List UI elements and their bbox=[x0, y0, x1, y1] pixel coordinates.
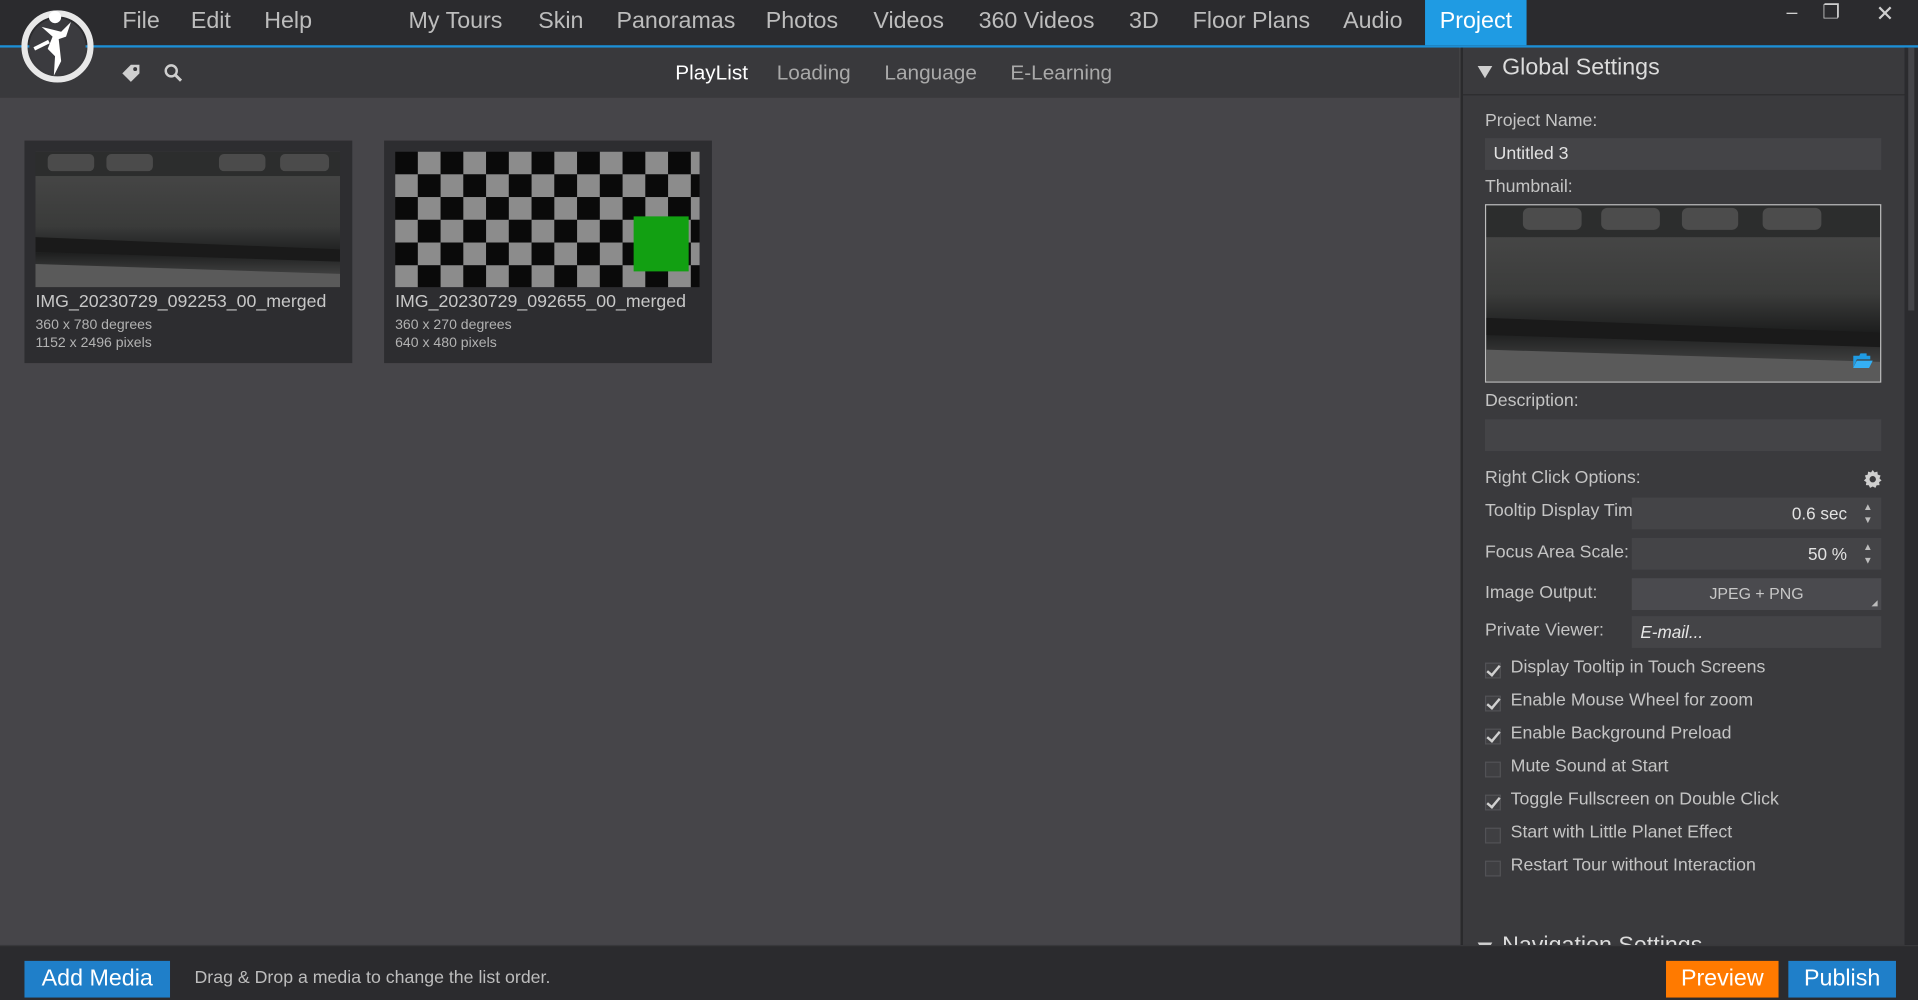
checkbox[interactable] bbox=[1484, 860, 1501, 877]
playlist-item[interactable]: IMG_20230729_092253_00_merged 360 x 780 … bbox=[24, 140, 353, 364]
image-output-label: Image Output: bbox=[1484, 583, 1598, 603]
app-window: File Edit Help My Tours Skin Panoramas P… bbox=[0, 0, 1918, 1000]
nav-3d[interactable]: 3D bbox=[1129, 0, 1159, 45]
checkbox[interactable] bbox=[1484, 728, 1501, 745]
dropdown-corner-icon bbox=[1871, 600, 1878, 607]
drag-drop-hint: Drag & Drop a media to change the list o… bbox=[194, 968, 551, 988]
checkbox-label: Start with Little Planet Effect bbox=[1510, 822, 1733, 843]
checkbox[interactable] bbox=[1484, 761, 1501, 778]
panorama-thumbnail bbox=[395, 151, 700, 288]
restore-icon[interactable]: ❐ bbox=[1815, 0, 1847, 34]
checkbox[interactable] bbox=[1484, 794, 1501, 811]
minimize-icon[interactable]: – bbox=[1776, 0, 1808, 34]
panel-title: Global Settings bbox=[1502, 55, 1660, 81]
tab-e-learning[interactable]: E-Learning bbox=[1010, 48, 1112, 98]
nav-panoramas[interactable]: Panoramas bbox=[616, 0, 735, 45]
navigation-settings-header[interactable]: Navigation Settings bbox=[1502, 933, 1702, 945]
nav-audio[interactable]: Audio bbox=[1343, 0, 1402, 45]
focus-area-scale-label: Focus Area Scale: bbox=[1484, 542, 1629, 563]
tag-icon[interactable] bbox=[120, 62, 142, 84]
tab-language[interactable]: Language bbox=[884, 48, 977, 98]
add-media-button[interactable]: Add Media bbox=[24, 960, 171, 998]
gear-icon[interactable] bbox=[1863, 469, 1883, 495]
nav-my-tours[interactable]: My Tours bbox=[409, 0, 503, 45]
private-viewer-email-field[interactable]: E-mail... bbox=[1631, 616, 1882, 648]
bottom-bar: Add Media Drag & Drop a media to change … bbox=[0, 944, 1918, 1000]
menu-file[interactable]: File bbox=[122, 0, 159, 45]
tab-playlist[interactable]: PlayList bbox=[675, 48, 748, 98]
checkbox-label: Restart Tour without Interaction bbox=[1510, 855, 1756, 876]
nav-floor-plans[interactable]: Floor Plans bbox=[1193, 0, 1311, 45]
playlist-item[interactable]: IMG_20230729_092655_00_merged 360 x 270 … bbox=[384, 140, 712, 364]
playlist-area: IMG_20230729_092253_00_merged 360 x 780 … bbox=[0, 98, 1459, 942]
folder-icon[interactable] bbox=[1853, 352, 1873, 374]
global-settings-panel: Global Settings Project Name: Untitled 3… bbox=[1460, 47, 1907, 945]
focus-area-scale-value: 50 % bbox=[1807, 544, 1848, 564]
sub-toolbar: PlayList Loading Language E-Learning bbox=[0, 47, 1460, 98]
media-name: IMG_20230729_092253_00_merged bbox=[35, 292, 327, 312]
nav-project[interactable]: Project bbox=[1425, 0, 1527, 46]
nav-360-videos[interactable]: 360 Videos bbox=[979, 0, 1095, 45]
spinner-arrows-icon[interactable]: ▲ ▼ bbox=[1862, 500, 1874, 527]
collapse-triangle-icon[interactable] bbox=[1477, 66, 1493, 79]
description-label: Description: bbox=[1484, 391, 1579, 411]
media-pixels: 640 x 480 pixels bbox=[395, 336, 497, 351]
image-output-select[interactable]: JPEG + PNG bbox=[1631, 578, 1882, 611]
private-viewer-label: Private Viewer: bbox=[1484, 621, 1604, 641]
media-degrees: 360 x 270 degrees bbox=[395, 317, 512, 333]
media-pixels: 1152 x 2496 pixels bbox=[35, 336, 152, 351]
checkbox[interactable] bbox=[1484, 662, 1501, 679]
spinner-arrows-icon[interactable]: ▲ ▼ bbox=[1862, 540, 1874, 567]
scrollbar-thumb[interactable] bbox=[1908, 47, 1915, 311]
panel-scrollbar[interactable] bbox=[1904, 47, 1918, 945]
checkbox-label: Mute Sound at Start bbox=[1510, 756, 1669, 777]
checkbox-label: Display Tooltip in Touch Screens bbox=[1510, 657, 1766, 678]
menu-help[interactable]: Help bbox=[264, 0, 312, 45]
image-output-value: JPEG + PNG bbox=[1709, 584, 1804, 603]
close-icon[interactable]: ✕ bbox=[1869, 0, 1901, 34]
nav-photos[interactable]: Photos bbox=[766, 0, 838, 45]
search-icon[interactable] bbox=[163, 62, 185, 84]
checkbox-label: Toggle Fullscreen on Double Click bbox=[1510, 789, 1779, 810]
private-viewer-placeholder: E-mail... bbox=[1640, 622, 1704, 642]
nav-skin[interactable]: Skin bbox=[538, 0, 583, 45]
tooltip-display-time-value: 0.6 sec bbox=[1791, 503, 1848, 524]
thumbnail-label: Thumbnail: bbox=[1484, 177, 1573, 197]
nav-videos[interactable]: Videos bbox=[873, 0, 944, 45]
menu-edit[interactable]: Edit bbox=[191, 0, 231, 45]
tooltip-display-time-field[interactable]: 0.6 sec ▲ ▼ bbox=[1631, 497, 1882, 530]
checkbox[interactable] bbox=[1484, 827, 1501, 844]
media-name: IMG_20230729_092655_00_merged bbox=[395, 292, 687, 312]
checkbox[interactable] bbox=[1484, 695, 1501, 712]
project-name-field[interactable]: Untitled 3 bbox=[1484, 138, 1882, 170]
menu-bar: File Edit Help My Tours Skin Panoramas P… bbox=[0, 0, 1918, 83]
focus-area-scale-field[interactable]: 50 % ▲ ▼ bbox=[1631, 537, 1882, 570]
right-click-options-label: Right Click Options: bbox=[1484, 468, 1641, 488]
description-field[interactable] bbox=[1484, 419, 1882, 452]
publish-button[interactable]: Publish bbox=[1788, 960, 1896, 998]
panorama-thumbnail bbox=[35, 151, 341, 288]
media-degrees: 360 x 780 degrees bbox=[35, 317, 153, 333]
preview-button[interactable]: Preview bbox=[1666, 960, 1779, 998]
checkbox-label: Enable Background Preload bbox=[1510, 723, 1732, 744]
thumbnail-preview[interactable] bbox=[1484, 204, 1882, 383]
panel-header[interactable]: Global Settings bbox=[1462, 48, 1907, 96]
checkbox-label: Enable Mouse Wheel for zoom bbox=[1510, 690, 1754, 711]
tab-loading[interactable]: Loading bbox=[777, 48, 851, 98]
tooltip-display-time-label: Tooltip Display Time: bbox=[1484, 501, 1632, 521]
project-name-label: Project Name: bbox=[1484, 111, 1598, 131]
app-logo-icon[interactable] bbox=[17, 0, 98, 93]
